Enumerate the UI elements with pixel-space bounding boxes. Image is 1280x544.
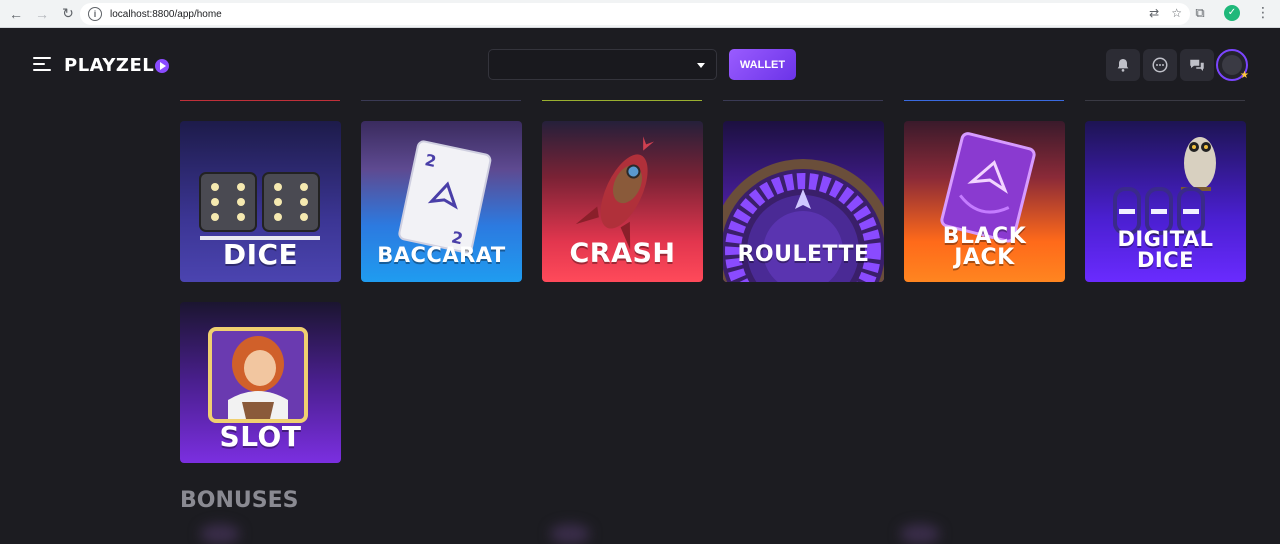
avatar[interactable]: ★ [1216, 49, 1249, 81]
translate-icon[interactable]: ⇄ [1149, 6, 1159, 20]
game-card-slot[interactable]: SLOT [180, 302, 341, 463]
messages-button[interactable] [1180, 49, 1214, 81]
game-label: ROULETTE [737, 242, 870, 267]
game-card-baccarat[interactable]: 2 2 BACCARAT [361, 121, 522, 282]
menu-icon[interactable] [33, 57, 51, 71]
messages-icon [1190, 59, 1204, 71]
game-label-line2: JACK [954, 245, 1015, 270]
game-label: SLOT [219, 420, 302, 453]
game-card-roulette[interactable]: ROULETTE [723, 121, 884, 282]
game-label: CRASH [569, 238, 676, 269]
divider [1085, 100, 1245, 101]
wallet-button[interactable]: WALLET [729, 49, 796, 80]
browser-toolbar: ← → ↻ i localhost:8800/app/home ⇄ ☆ ⧉ ✓ … [0, 0, 1280, 28]
url-text[interactable]: localhost:8800/app/home [110, 9, 222, 20]
logo[interactable]: PLAYZEL [64, 55, 170, 76]
divider [180, 100, 340, 101]
notifications-button[interactable] [1106, 49, 1140, 81]
site-info-icon[interactable]: i [88, 7, 102, 21]
game-label-line2: DICE [1136, 248, 1194, 272]
bonus-preview [200, 524, 240, 544]
chat-button[interactable] [1143, 49, 1177, 81]
game-card-dice[interactable]: DICE [180, 121, 341, 282]
bell-icon [1117, 59, 1129, 72]
game-label-line1: DIGITAL [1117, 227, 1214, 251]
logo-text: PLAYZEL [64, 55, 155, 76]
star-icon: ★ [1240, 70, 1249, 81]
chat-icon [1152, 57, 1168, 73]
game-label: DIGITAL DICE [1085, 229, 1246, 271]
address-bar[interactable]: i localhost:8800/app/home ⇄ ☆ [80, 3, 1190, 25]
avatar-image [1222, 55, 1242, 75]
game-card-blackjack[interactable]: BLACK JACK [904, 121, 1065, 282]
extensions-icon[interactable]: ⧉ [1192, 5, 1208, 21]
chevron-down-icon [697, 63, 705, 68]
browser-menu-icon[interactable]: ⋮ [1256, 4, 1270, 21]
logo-play-icon [155, 58, 170, 73]
profile-icon[interactable]: ✓ [1224, 4, 1240, 21]
game-card-digital-dice[interactable]: DIGITAL DICE [1085, 121, 1246, 282]
divider [361, 100, 521, 101]
game-label: BACCARAT [377, 243, 506, 267]
divider [723, 100, 883, 101]
bonus-preview [550, 524, 590, 544]
reload-icon[interactable]: ↻ [58, 4, 78, 24]
currency-select[interactable] [488, 49, 717, 80]
game-label: BLACK JACK [904, 224, 1065, 270]
divider [542, 100, 702, 101]
bookmark-star-icon[interactable]: ☆ [1171, 6, 1182, 20]
game-card-crash[interactable]: CRASH [542, 121, 703, 282]
forward-icon[interactable]: → [32, 4, 52, 24]
section-title-bonuses: BONUSES [180, 488, 299, 513]
divider [904, 100, 1064, 101]
game-label-line1: BLACK [942, 224, 1027, 249]
app-header: PLAYZEL WALLET ★ [0, 29, 1280, 101]
game-label: DICE [222, 238, 299, 271]
bonus-preview [900, 524, 940, 544]
back-icon[interactable]: ← [6, 4, 26, 24]
